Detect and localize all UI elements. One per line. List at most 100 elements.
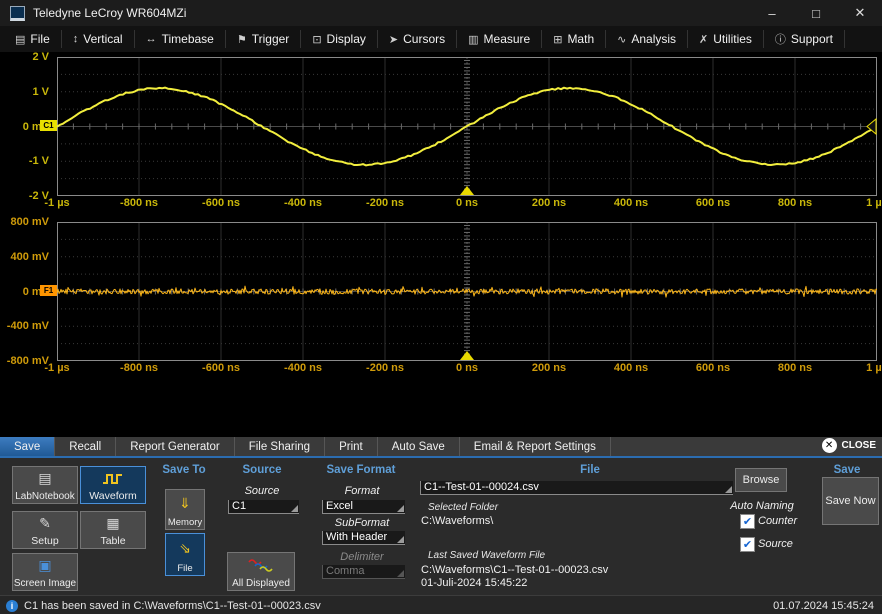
menu-vertical[interactable]: ↕Vertical: [62, 30, 135, 48]
subformat-label: SubFormat: [335, 517, 389, 529]
dialog-close-button[interactable]: ✕ CLOSE: [822, 438, 876, 453]
file-save-icon: ⇘: [179, 534, 191, 562]
y-tick-label: 800 mV: [10, 216, 49, 228]
source-checkbox[interactable]: ✔: [740, 537, 755, 552]
y-tick-label: -1 V: [29, 155, 49, 167]
x-tick-label: 800 ns: [778, 362, 812, 374]
x-tick-label: 0 ns: [456, 197, 478, 209]
application-window: Teledyne LeCroy WR604MZi – □ ✕ ▤File↕Ver…: [0, 0, 882, 614]
dialog-tab-bar: SaveRecallReport GeneratorFile SharingPr…: [0, 437, 882, 456]
setup-button[interactable]: ✎Setup: [12, 511, 78, 549]
c1-zero-level-badge[interactable]: C1: [40, 120, 57, 131]
x-tick-label: 600 ns: [696, 197, 730, 209]
top-grid: [57, 57, 877, 196]
labnotebook-button[interactable]: ▤LabNotebook: [12, 466, 78, 504]
save-now-button[interactable]: Save Now: [822, 477, 879, 525]
tab-auto-save[interactable]: Auto Save: [378, 437, 460, 456]
x-tick-label: 400 ns: [614, 197, 648, 209]
x-tick-label: 0 ns: [456, 362, 478, 374]
subformat-select[interactable]: With Header: [322, 531, 405, 545]
bottom-grid: [57, 222, 877, 361]
analysis-icon: ∿: [617, 33, 626, 46]
table-icon: ▦: [106, 512, 119, 535]
y-tick-label: -400 mV: [7, 320, 49, 332]
c1-waveform-plot: [57, 57, 877, 196]
support-icon: ⓘ: [775, 31, 786, 47]
save-panel: ▤LabNotebookWaveform✎Setup▦Table▣Screen …: [0, 458, 882, 599]
all-displayed-button[interactable]: All Displayed: [227, 552, 295, 591]
menu-utilities[interactable]: ✗Utilities: [688, 30, 764, 48]
close-icon: ✕: [822, 438, 837, 453]
y-tick-label: -800 mV: [7, 355, 49, 367]
x-tick-label: -800 ns: [120, 362, 158, 374]
x-tick-label: -600 ns: [202, 197, 240, 209]
y-tick-label: 1 V: [32, 86, 49, 98]
close-window-button[interactable]: ✕: [838, 0, 882, 26]
menu-trigger[interactable]: ⚑Trigger: [226, 30, 301, 48]
cursors-icon: ➤: [389, 33, 398, 46]
y-tick-label: 400 mV: [10, 251, 49, 263]
memory-icon: ⇓: [179, 490, 191, 516]
menu-bar: ▤File↕Vertical↔Timebase⚑Trigger⊡Display➤…: [0, 26, 882, 52]
x-tick-label: 1 µs: [866, 197, 882, 209]
measure-icon: ▥: [468, 33, 478, 46]
tab-recall[interactable]: Recall: [55, 437, 116, 456]
waveform-button[interactable]: Waveform: [80, 466, 146, 504]
tab-file-sharing[interactable]: File Sharing: [235, 437, 325, 456]
vertical-icon: ↕: [73, 33, 79, 45]
selected-folder-value: C:\Waveforms\: [421, 515, 493, 527]
menu-file[interactable]: ▤File: [4, 30, 62, 48]
save-to-file-button[interactable]: ⇘ File: [165, 533, 205, 576]
save-header: Save: [834, 464, 861, 476]
counter-checkbox[interactable]: ✔: [740, 514, 755, 529]
math-icon: ⊞: [553, 33, 562, 46]
x-tick-label: 800 ns: [778, 197, 812, 209]
x-tick-label: -400 ns: [284, 362, 322, 374]
f1-waveform-plot: [57, 222, 877, 361]
save-to-memory-button[interactable]: ⇓ Memory: [165, 489, 205, 530]
menu-analysis[interactable]: ∿Analysis: [606, 30, 688, 48]
waveform-icon: [102, 467, 124, 490]
selected-folder-label: Selected Folder: [428, 502, 498, 513]
x-tick-label: -1 µs: [44, 197, 69, 209]
menu-measure[interactable]: ▥Measure: [457, 30, 542, 48]
x-tick-label: -400 ns: [284, 197, 322, 209]
x-tick-label: 200 ns: [532, 362, 566, 374]
window-title: Teledyne LeCroy WR604MZi: [33, 6, 186, 20]
menu-math[interactable]: ⊞Math: [542, 30, 606, 48]
table-button[interactable]: ▦Table: [80, 511, 146, 549]
tab-save[interactable]: Save: [0, 437, 55, 456]
filename-field[interactable]: C1--Test-01--00024.csv: [420, 481, 733, 495]
delimiter-select: Comma: [322, 565, 405, 579]
menu-cursors[interactable]: ➤Cursors: [378, 30, 457, 48]
timebase-icon: ↔: [146, 33, 157, 45]
screen-image-icon: ▣: [38, 554, 51, 577]
display-icon: ⊡: [312, 33, 321, 46]
source-select[interactable]: C1: [228, 500, 299, 514]
all-displayed-icon: [248, 553, 274, 577]
top-grid-x-axis-labels: -1 µs-800 ns-600 ns-400 ns-200 ns0 ns200…: [57, 197, 877, 210]
auto-naming-label: Auto Naming: [730, 500, 794, 512]
menu-support[interactable]: ⓘSupport: [764, 30, 845, 48]
format-label: Format: [345, 485, 380, 497]
x-tick-label: -1 µs: [44, 362, 69, 374]
app-icon: [10, 6, 25, 21]
tab-print[interactable]: Print: [325, 437, 378, 456]
tab-email-report-settings[interactable]: Email & Report Settings: [460, 437, 611, 456]
setup-icon: ✎: [39, 512, 51, 535]
format-select[interactable]: Excel: [322, 500, 405, 514]
screen-image-button[interactable]: ▣Screen Image: [12, 553, 78, 591]
x-tick-label: -800 ns: [120, 197, 158, 209]
x-tick-label: -600 ns: [202, 362, 240, 374]
maximize-button[interactable]: □: [794, 0, 838, 26]
minimize-button[interactable]: –: [750, 0, 794, 26]
title-bar: Teledyne LeCroy WR604MZi – □ ✕: [0, 0, 882, 27]
file-header: File: [580, 464, 600, 476]
menu-display[interactable]: ⊡Display: [301, 30, 378, 48]
f1-zero-level-badge[interactable]: F1: [40, 285, 57, 296]
browse-button[interactable]: Browse: [735, 468, 787, 492]
source-label: Source: [245, 485, 280, 497]
menu-timebase[interactable]: ↔Timebase: [135, 30, 226, 48]
tab-report-generator[interactable]: Report Generator: [116, 437, 235, 456]
x-tick-label: 200 ns: [532, 197, 566, 209]
